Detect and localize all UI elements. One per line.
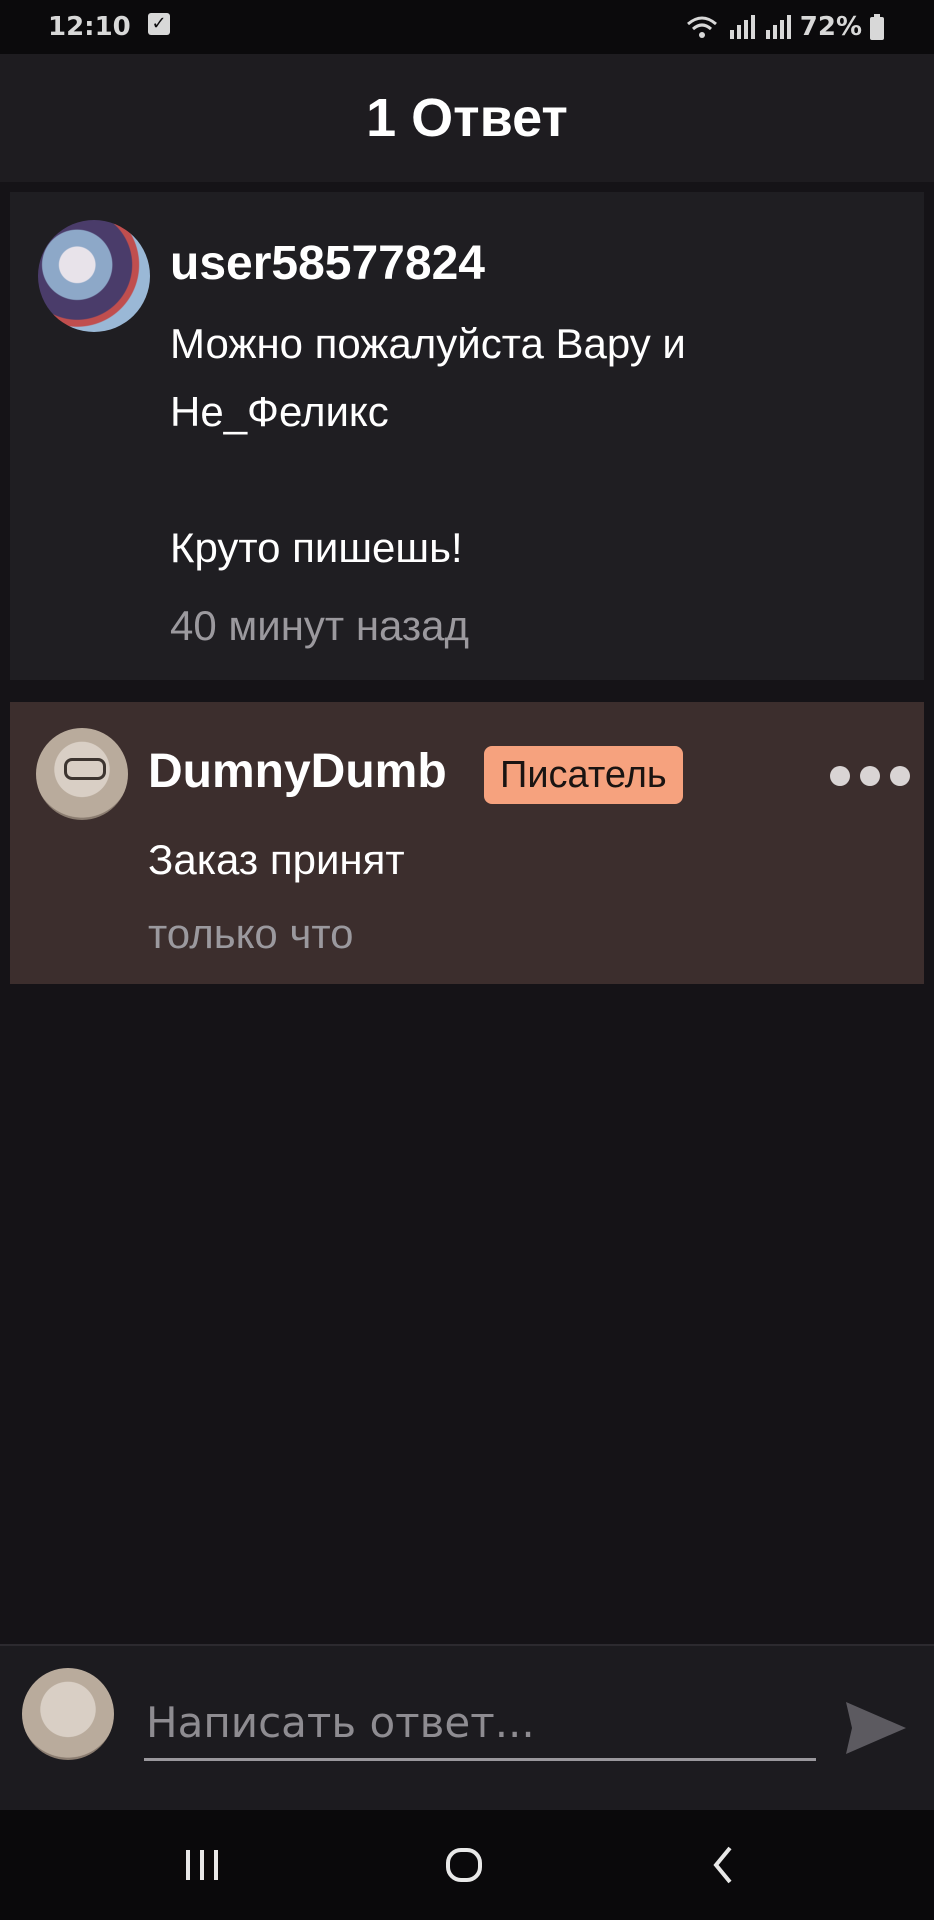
avatar-glasses [64, 758, 106, 780]
avatar[interactable] [36, 728, 128, 820]
original-comment: user58577824 Можно пожалуйста Вару и Не_… [10, 192, 924, 680]
reply-time: только что [148, 910, 354, 957]
reply-comment: DumnyDumb Писатель Заказ принят только ч… [10, 702, 924, 984]
signal-icon [729, 15, 755, 39]
reply-composer [0, 1644, 934, 1812]
page-header: 1 Ответ [0, 54, 934, 182]
reply-input[interactable] [144, 1686, 816, 1761]
battery-percent: 72% [799, 12, 862, 42]
back-icon[interactable] [694, 1840, 754, 1890]
recent-apps-icon[interactable] [172, 1840, 232, 1890]
system-nav-bar [0, 1810, 934, 1920]
status-bar: 12:10 ✓ 72% [0, 0, 934, 54]
page-title: 1 Ответ [366, 88, 568, 148]
wifi-icon [686, 16, 717, 38]
signal-icon-2 [765, 15, 791, 39]
reply-text: Заказ принят [148, 836, 405, 883]
status-time: 12:10 [48, 12, 131, 42]
more-options-icon[interactable] [830, 766, 910, 786]
comment-time: 40 минут назад [170, 602, 470, 649]
reply-username[interactable]: DumnyDumb [148, 744, 447, 799]
home-icon[interactable] [434, 1840, 494, 1890]
send-icon[interactable] [844, 1698, 908, 1758]
author-badge: Писатель [484, 746, 683, 804]
comment-username[interactable]: user58577824 [170, 236, 485, 291]
comment-text: Можно пожалуйста Вару и Не_Феликс Круто … [170, 320, 686, 571]
avatar [22, 1668, 114, 1760]
avatar[interactable] [38, 220, 150, 332]
status-icons: 72% [684, 12, 884, 42]
battery-icon [870, 14, 884, 40]
check-icon: ✓ [148, 13, 170, 35]
